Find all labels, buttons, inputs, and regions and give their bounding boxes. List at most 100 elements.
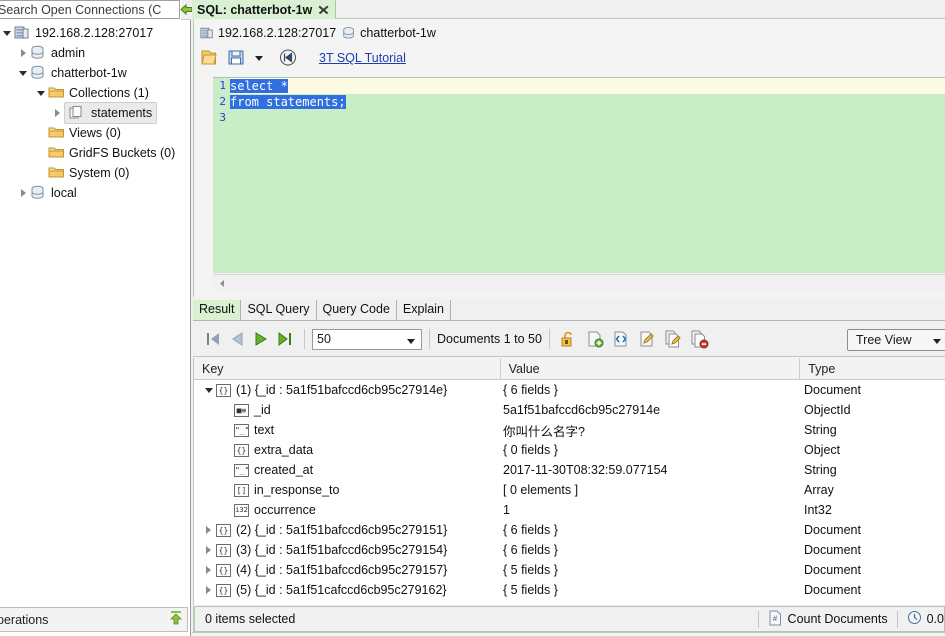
table-row[interactable]: "_" created_at 2017-11-30T08:32:59.07715… <box>194 460 945 480</box>
breadcrumb-database[interactable]: chatterbot-1w <box>360 26 436 40</box>
row-key-cell[interactable]: {} (5) {_id : 5a1f51cafccd6cb95c279162} <box>194 580 501 600</box>
row-key-cell[interactable]: ■≡ _id <box>194 403 501 417</box>
result-tree-table[interactable]: Key Value Type {} (1) {_id : 5a1f51bafcc… <box>193 357 945 605</box>
scroll-left-icon[interactable] <box>217 278 228 289</box>
tree-item-admin[interactable]: admin <box>0 43 190 63</box>
row-value-cell: 2017-11-30T08:32:59.077154 <box>503 463 668 477</box>
result-tabstrip[interactable]: Result SQL Query Query Code Explain <box>193 300 945 321</box>
copy-document-icon[interactable] <box>663 329 685 350</box>
row-key-cell[interactable]: {} (2) {_id : 5a1f51bafccd6cb95c279151} <box>194 520 501 540</box>
expand-arrow-icon[interactable] <box>52 103 64 123</box>
tree-item-statements[interactable]: statements <box>0 102 190 124</box>
chevron-down-icon[interactable] <box>407 338 415 344</box>
tree-item-local[interactable]: local <box>0 183 190 203</box>
code-line[interactable]: from statements; <box>230 94 945 110</box>
close-icon[interactable] <box>318 4 329 15</box>
table-body[interactable]: {} (1) {_id : 5a1f51bafccd6cb95c27914e} … <box>194 380 945 600</box>
editor-horizontal-scrollbar[interactable] <box>213 274 945 291</box>
tree-item-views[interactable]: Views (0) <box>0 123 190 143</box>
row-key-label: (5) {_id : 5a1f51cafccd6cb95c279162} <box>236 583 447 597</box>
expand-arrow-icon[interactable] <box>202 540 216 560</box>
tree-item-collections[interactable]: Collections (1) <box>0 83 190 103</box>
expand-arrow-icon[interactable] <box>202 580 216 600</box>
add-document-icon[interactable] <box>585 329 607 350</box>
row-type-cell: String <box>804 423 837 437</box>
row-key-cell[interactable]: {} (3) {_id : 5a1f51bafccd6cb95c279154} <box>194 540 501 560</box>
sql-tutorial-link[interactable]: 3T SQL Tutorial <box>319 51 406 65</box>
expand-arrow-icon[interactable] <box>18 63 30 83</box>
expand-arrow-icon[interactable] <box>18 43 30 63</box>
expand-arrow-icon[interactable] <box>202 520 216 540</box>
next-page-button[interactable] <box>250 328 272 350</box>
row-key-cell[interactable]: [] in_response_to <box>194 483 501 497</box>
row-key-cell[interactable]: "_" text <box>194 423 501 437</box>
row-type-cell: Document <box>804 543 861 557</box>
line-number-gutter: 1 2 3 <box>213 78 228 273</box>
unlock-icon[interactable] <box>559 329 581 350</box>
expand-arrow-icon[interactable] <box>36 83 48 103</box>
code-line[interactable]: select * <box>230 78 945 94</box>
table-row[interactable]: {} (3) {_id : 5a1f51bafccd6cb95c279154} … <box>194 540 945 560</box>
chevron-down-icon[interactable] <box>933 339 941 344</box>
collapse-up-icon[interactable] <box>169 610 183 629</box>
tree-item-server[interactable]: 192.168.2.128:27017 <box>0 23 190 43</box>
save-dropdown-icon[interactable] <box>253 48 265 68</box>
row-key-cell[interactable]: {} extra_data <box>194 443 501 457</box>
tree-item-system[interactable]: System (0) <box>0 163 190 183</box>
first-page-button[interactable] <box>202 328 224 350</box>
row-value-cell: { 5 fields } <box>503 563 558 577</box>
tab-sql-query[interactable]: SQL Query <box>241 300 317 320</box>
table-row[interactable]: {} extra_data { 0 fields } Object <box>194 440 945 460</box>
tab-result[interactable]: Result <box>193 300 242 320</box>
open-file-icon[interactable] <box>199 48 221 68</box>
table-row[interactable]: ■≡ _id 5a1f51bafccd6cb95c27914e ObjectId <box>194 400 945 420</box>
count-documents-button[interactable]: # Count Documents <box>759 610 897 629</box>
page-size-select[interactable]: 50 <box>312 328 422 350</box>
row-key-cell[interactable]: {} (4) {_id : 5a1f51bafccd6cb95c279157} <box>194 560 501 580</box>
expand-arrow-icon[interactable] <box>202 380 216 400</box>
breadcrumb-server[interactable]: 192.168.2.128:27017 <box>218 26 336 40</box>
edit-document-icon[interactable] <box>637 329 659 350</box>
sql-code-editor[interactable]: 1 2 3 select * from statements; <box>213 77 945 273</box>
view-mode-select[interactable]: Tree View <box>847 329 945 351</box>
table-row[interactable]: {} (4) {_id : 5a1f51bafccd6cb95c279157} … <box>194 560 945 580</box>
code-line[interactable] <box>230 110 945 126</box>
search-open-connections-input[interactable]: Search Open Connections (C <box>0 0 180 19</box>
expand-arrow-icon[interactable] <box>2 23 14 43</box>
tab-explain[interactable]: Explain <box>396 300 451 320</box>
int32-icon: i32 <box>234 503 249 517</box>
save-icon[interactable] <box>226 48 248 68</box>
code-lines[interactable]: select * from statements; <box>230 78 945 126</box>
column-header-type[interactable]: Type <box>800 358 945 380</box>
database-icon <box>30 185 48 201</box>
tab-sql-chatterbot-1w[interactable]: SQL: chatterbot-1w <box>192 0 337 19</box>
row-key-cell[interactable]: "_" created_at <box>194 463 501 477</box>
operations-panel-bar[interactable]: perations <box>0 607 188 632</box>
row-key-cell[interactable]: i32 occurrence <box>194 503 501 517</box>
column-header-key[interactable]: Key <box>194 357 501 380</box>
connection-tree[interactable]: 192.168.2.128:27017 admin chatterbot-1w … <box>0 21 190 601</box>
table-row[interactable]: {} (5) {_id : 5a1f51cafccd6cb95c279162} … <box>194 580 945 600</box>
row-key-cell[interactable]: {} (1) {_id : 5a1f51bafccd6cb95c27914e} <box>194 380 501 400</box>
delete-document-icon[interactable] <box>689 329 711 350</box>
expand-arrow-icon[interactable] <box>18 183 30 203</box>
tree-item-gridfs-buckets[interactable]: GridFS Buckets (0) <box>0 143 190 163</box>
connections-panel: Search Open Connections (C 192.168.2.128… <box>0 0 193 636</box>
table-row[interactable]: [] in_response_to [ 0 elements ] Array <box>194 480 945 500</box>
folder-icon <box>48 165 66 181</box>
prev-page-button[interactable] <box>226 328 248 350</box>
tab-query-code[interactable]: Query Code <box>316 300 397 320</box>
table-row[interactable]: i32 occurrence 1 Int32 <box>194 500 945 520</box>
tree-item-chatterbot-1w[interactable]: chatterbot-1w <box>0 63 190 83</box>
last-page-button[interactable] <box>274 328 296 350</box>
table-row[interactable]: {} (2) {_id : 5a1f51bafccd6cb95c279151} … <box>194 520 945 540</box>
editor-toolbar: 3T SQL Tutorial <box>199 46 406 70</box>
table-row[interactable]: "_" text 你叫什么名字? String <box>194 420 945 440</box>
column-header-value[interactable]: Value <box>501 357 801 380</box>
expand-arrow-icon[interactable] <box>202 560 216 580</box>
execute-icon[interactable] <box>278 48 300 68</box>
table-row[interactable]: {} (1) {_id : 5a1f51bafccd6cb95c27914e} … <box>194 380 945 400</box>
view-json-icon[interactable] <box>611 329 633 350</box>
table-header: Key Value Type <box>194 357 945 380</box>
